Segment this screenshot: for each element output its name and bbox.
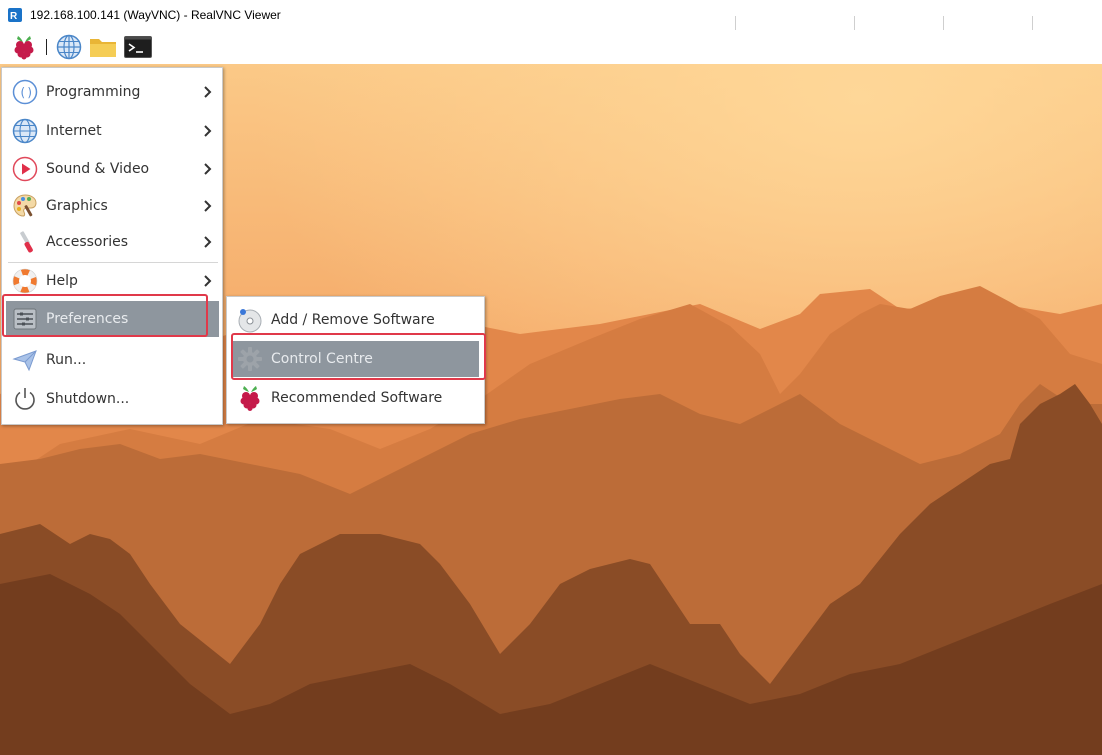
gear-icon — [236, 345, 264, 373]
knife-icon — [11, 228, 39, 256]
submenu-item-recommended-software[interactable]: Recommended Software — [227, 380, 484, 416]
menu-item-shutdown[interactable]: Shutdown... — [2, 381, 222, 417]
menu-item-label: Sound & Video — [46, 161, 150, 177]
menu-item-label: Internet — [46, 123, 102, 139]
svg-text:(): () — [19, 86, 33, 100]
menu-item-internet[interactable]: Internet — [2, 113, 222, 149]
chevron-right-icon — [204, 163, 212, 175]
realvnc-logo-icon: R — [8, 8, 22, 22]
submenu-item-label: Recommended Software — [271, 390, 443, 406]
menu-item-label: Run... — [46, 352, 87, 368]
submenu-item-add-remove-software[interactable]: Add / Remove Software — [227, 302, 484, 338]
application-menu: () Programming Internet Sound & Video Gr… — [1, 67, 223, 425]
taskbar-separator — [46, 39, 47, 55]
menu-item-label: Preferences — [46, 311, 129, 327]
programming-icon: () — [11, 78, 39, 106]
palette-icon — [11, 192, 39, 220]
raspberry-menu-icon[interactable] — [10, 33, 38, 61]
web-browser-icon[interactable] — [55, 33, 83, 61]
menu-item-programming[interactable]: () Programming — [2, 74, 222, 110]
menu-item-sound-video[interactable]: Sound & Video — [2, 151, 222, 187]
submenu-item-label: Add / Remove Software — [271, 312, 435, 328]
file-manager-icon[interactable] — [89, 33, 117, 61]
svg-text:R: R — [10, 11, 18, 22]
chevron-right-icon — [204, 275, 212, 287]
chevron-right-icon — [204, 236, 212, 248]
window-titlebar: R 192.168.100.141 (WayVNC) - RealVNC Vie… — [0, 0, 1102, 33]
play-icon — [11, 155, 39, 183]
submenu-item-label: Control Centre — [271, 351, 373, 367]
taskbar — [0, 30, 1102, 64]
globe-icon — [11, 117, 39, 145]
chevron-right-icon — [204, 125, 212, 137]
raspberry-icon — [236, 384, 264, 412]
menu-item-label: Accessories — [46, 234, 129, 250]
chevron-right-icon — [204, 200, 212, 212]
menu-item-accessories[interactable]: Accessories — [2, 224, 222, 260]
menu-item-graphics[interactable]: Graphics — [2, 188, 222, 224]
menu-item-help[interactable]: Help — [2, 263, 222, 299]
chevron-right-icon — [204, 86, 212, 98]
power-icon — [11, 385, 39, 413]
preferences-submenu: Add / Remove Software Control Centre Rec… — [226, 296, 485, 424]
menu-item-label: Graphics — [46, 198, 108, 214]
terminal-icon[interactable] — [124, 33, 152, 61]
menu-item-label: Shutdown... — [46, 391, 130, 407]
window-title: 192.168.100.141 (WayVNC) - RealVNC Viewe… — [30, 8, 281, 22]
menu-item-label: Programming — [46, 84, 141, 100]
preferences-icon — [11, 305, 39, 333]
menu-item-preferences[interactable]: Preferences — [6, 301, 219, 337]
lifebuoy-icon — [11, 267, 39, 295]
send-icon — [11, 346, 39, 374]
submenu-item-control-centre[interactable]: Control Centre — [233, 341, 479, 377]
menu-item-run[interactable]: Run... — [2, 342, 222, 378]
menu-item-label: Help — [46, 273, 78, 289]
software-disc-icon — [236, 306, 264, 334]
